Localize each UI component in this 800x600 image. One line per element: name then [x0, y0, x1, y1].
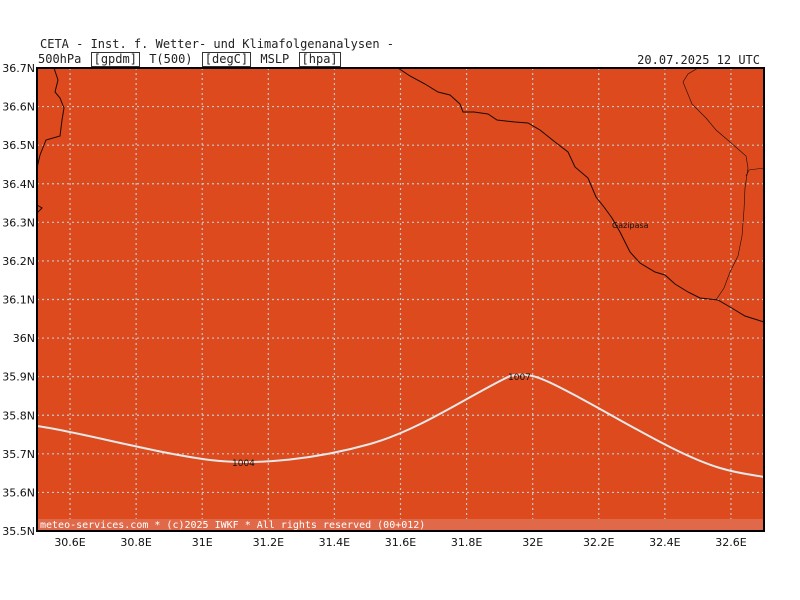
weather-map: 1004 1007 Gazipasa meteo-services.com * …: [2, 62, 765, 549]
lat-tick-label: 35.6N: [2, 486, 35, 499]
lon-tick-label: 30.8E: [120, 536, 151, 549]
lat-tick-label: 36.3N: [2, 216, 35, 229]
lat-tick-label: 36.1N: [2, 294, 35, 307]
place-label-gazipasa: Gazipasa: [612, 221, 649, 230]
lon-tick-label: 31.6E: [385, 536, 416, 549]
lon-tick-label: 31.4E: [319, 536, 350, 549]
lat-tick-label: 36N: [13, 332, 35, 345]
lon-tick-label: 32.2E: [583, 536, 614, 549]
copyright-footer: meteo-services.com * (c)2025 IWKF * All …: [40, 520, 425, 531]
lat-tick-label: 35.8N: [2, 409, 35, 422]
lat-tick-label: 36.2N: [2, 255, 35, 268]
lon-tick-label: 31.2E: [253, 536, 284, 549]
longitude-labels: 30.6E 30.8E 31E 31.2E 31.4E 31.6E 31.8E 32E 32.2…: [54, 536, 746, 549]
lon-tick-label: 32.4E: [649, 536, 680, 549]
lat-tick-label: 36.4N: [2, 178, 35, 191]
lat-tick-label: 36.7N: [2, 62, 35, 75]
lon-tick-label: 32.6E: [715, 536, 746, 549]
lon-tick-label: 31E: [192, 536, 213, 549]
isobar-label-1004: 1004: [232, 459, 255, 469]
lat-tick-label: 36.5N: [2, 139, 35, 152]
lon-tick-label: 31.8E: [451, 536, 482, 549]
lat-tick-label: 35.9N: [2, 371, 35, 384]
lon-tick-label: 32E: [522, 536, 543, 549]
lat-tick-label: 35.5N: [2, 525, 35, 538]
latitude-labels: 36.7N 36.6N 36.5N 36.4N 36.3N 36.2N 36.1N 36N 35…: [2, 62, 35, 538]
isobar-label-1007: 1007: [508, 373, 531, 383]
lat-tick-label: 36.6N: [2, 101, 35, 114]
lat-tick-label: 35.7N: [2, 448, 35, 461]
lon-tick-label: 30.6E: [54, 536, 85, 549]
